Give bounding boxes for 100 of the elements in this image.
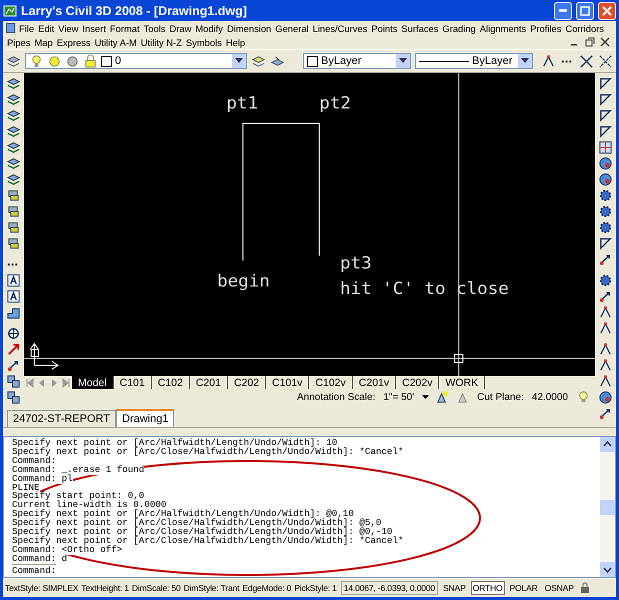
layers-icon[interactable] [6, 92, 21, 107]
menu-item[interactable]: General [273, 22, 311, 34]
text-icon[interactable] [6, 289, 21, 304]
gear-icon[interactable] [598, 188, 613, 203]
x-icon[interactable] [579, 54, 594, 68]
menu-item[interactable]: Alignments [478, 22, 528, 34]
grid-icon[interactable] [598, 140, 613, 155]
layers-icon[interactable] [6, 140, 21, 155]
layers-icon[interactable] [6, 108, 21, 123]
arrow-icon[interactable] [6, 358, 21, 373]
triangle-icon[interactable] [598, 108, 613, 123]
ucs-icon [30, 342, 60, 370]
target-icon[interactable] [6, 326, 21, 341]
menu-item[interactable]: Insert [80, 22, 108, 34]
menu-item[interactable]: Surfaces [399, 22, 440, 34]
maximize-button[interactable] [576, 2, 594, 20]
document-tab[interactable]: Drawing1 [116, 409, 174, 427]
gear-icon[interactable] [598, 204, 613, 219]
layers-icon[interactable] [6, 172, 21, 187]
pen-icon[interactable] [6, 342, 21, 357]
cut-plane-label: Cut Plane: [477, 392, 524, 403]
color-dropdown[interactable]: ByLayer [303, 53, 411, 69]
layers-icon[interactable] [6, 124, 21, 139]
stack-icon[interactable] [6, 236, 21, 251]
menu-item[interactable]: File [17, 22, 36, 34]
document-tab[interactable]: 24702-ST-REPORT [7, 410, 116, 427]
layers-icon[interactable] [270, 54, 285, 68]
text-icon[interactable] [6, 273, 21, 288]
restore-icon[interactable] [585, 37, 595, 47]
menu-item[interactable]: Pipes [5, 36, 32, 48]
tiles-icon[interactable] [6, 390, 21, 405]
menu-item[interactable]: Corridors [563, 22, 606, 34]
gear-icon[interactable] [598, 273, 613, 288]
document-icon[interactable] [5, 22, 17, 34]
menu-item[interactable]: Help [224, 36, 248, 48]
arrow-icon[interactable] [598, 289, 613, 304]
status-item: TextStyle: SIMPLEX [5, 583, 78, 593]
tiles-icon[interactable] [6, 374, 21, 389]
annotation-scale-dropdown[interactable]: 1"= 50' [381, 392, 416, 403]
canvas-label: pt2 [319, 94, 351, 114]
menu-item[interactable]: Edit [36, 22, 56, 34]
node-icon[interactable] [598, 342, 613, 357]
menu-item[interactable]: Map [32, 36, 55, 48]
triangle-icon[interactable] [598, 236, 613, 251]
node-icon[interactable] [598, 305, 613, 320]
gear-icon[interactable] [598, 220, 613, 235]
menu-item[interactable]: Points [369, 22, 400, 34]
stack-icon[interactable] [6, 188, 21, 203]
minimize-button[interactable] [554, 2, 572, 20]
close-icon [602, 6, 612, 16]
x-icon[interactable] [598, 54, 613, 68]
menu-item[interactable]: View [56, 22, 80, 34]
menu-item[interactable]: Utility N-Z [138, 36, 184, 48]
triangle-icon[interactable] [598, 92, 613, 107]
lock-icon [83, 54, 98, 68]
status-toggle[interactable]: ORTHO [470, 581, 505, 595]
menu-item[interactable]: Grading [440, 22, 478, 34]
layers-icon[interactable] [6, 54, 21, 68]
menu-item[interactable]: Express [54, 36, 93, 48]
arrow-icon[interactable] [598, 252, 613, 267]
node-icon[interactable] [541, 54, 556, 68]
annotation-icon[interactable] [435, 390, 450, 405]
node-icon[interactable] [598, 358, 613, 373]
annotation-scale-label: Annotation Scale: [296, 392, 376, 403]
status-item: DimStyle: Trant [184, 583, 240, 593]
close-button[interactable] [598, 2, 616, 20]
command-input-field[interactable]: Command: [12, 564, 56, 576]
minimize-icon [559, 9, 567, 12]
canvas-label: pt3 [340, 254, 372, 274]
stack-icon[interactable] [6, 220, 21, 235]
layout-tab[interactable]: Model [72, 376, 114, 390]
status-item: PickStyle: 1 [294, 583, 337, 593]
menu-item[interactable]: Draw [167, 22, 194, 34]
status-item: DimScale: 50 [132, 583, 181, 593]
close-icon[interactable] [600, 37, 610, 47]
status-item: TextHeight: 1 [81, 583, 129, 593]
triangle-icon[interactable] [598, 124, 613, 139]
arrow-icon[interactable] [598, 406, 613, 421]
stack-icon[interactable] [6, 204, 21, 219]
cut-plane-value: 42.0000 [530, 392, 570, 403]
layer-dropdown[interactable]: 0 [25, 53, 247, 69]
triangle-icon[interactable] [598, 76, 613, 91]
menu-item[interactable]: Modify [193, 22, 225, 34]
menu-item[interactable]: Format [108, 22, 142, 34]
menu-item[interactable]: Utility A-M [92, 36, 139, 48]
lock-icon[interactable] [578, 582, 591, 594]
caret-icon[interactable] [422, 394, 430, 400]
linetype-dropdown[interactable]: ByLayer [415, 53, 533, 69]
node-icon[interactable] [598, 321, 613, 336]
layers-icon[interactable] [6, 76, 21, 91]
layers-icon[interactable] [251, 54, 266, 68]
menu-item[interactable]: Symbols [184, 36, 224, 48]
menu-item[interactable]: Dimension [224, 22, 274, 34]
window-title: Larry's Civil 3D 2008 - [Drawing1.dwg] [21, 4, 248, 18]
menu-item[interactable]: Tools [142, 22, 168, 34]
maximize-icon [580, 6, 590, 16]
node-icon[interactable] [598, 374, 613, 389]
menu-item[interactable]: Lines/Curves [310, 22, 370, 34]
menu-item[interactable]: Profiles [528, 22, 564, 34]
layers-icon[interactable] [6, 156, 21, 171]
